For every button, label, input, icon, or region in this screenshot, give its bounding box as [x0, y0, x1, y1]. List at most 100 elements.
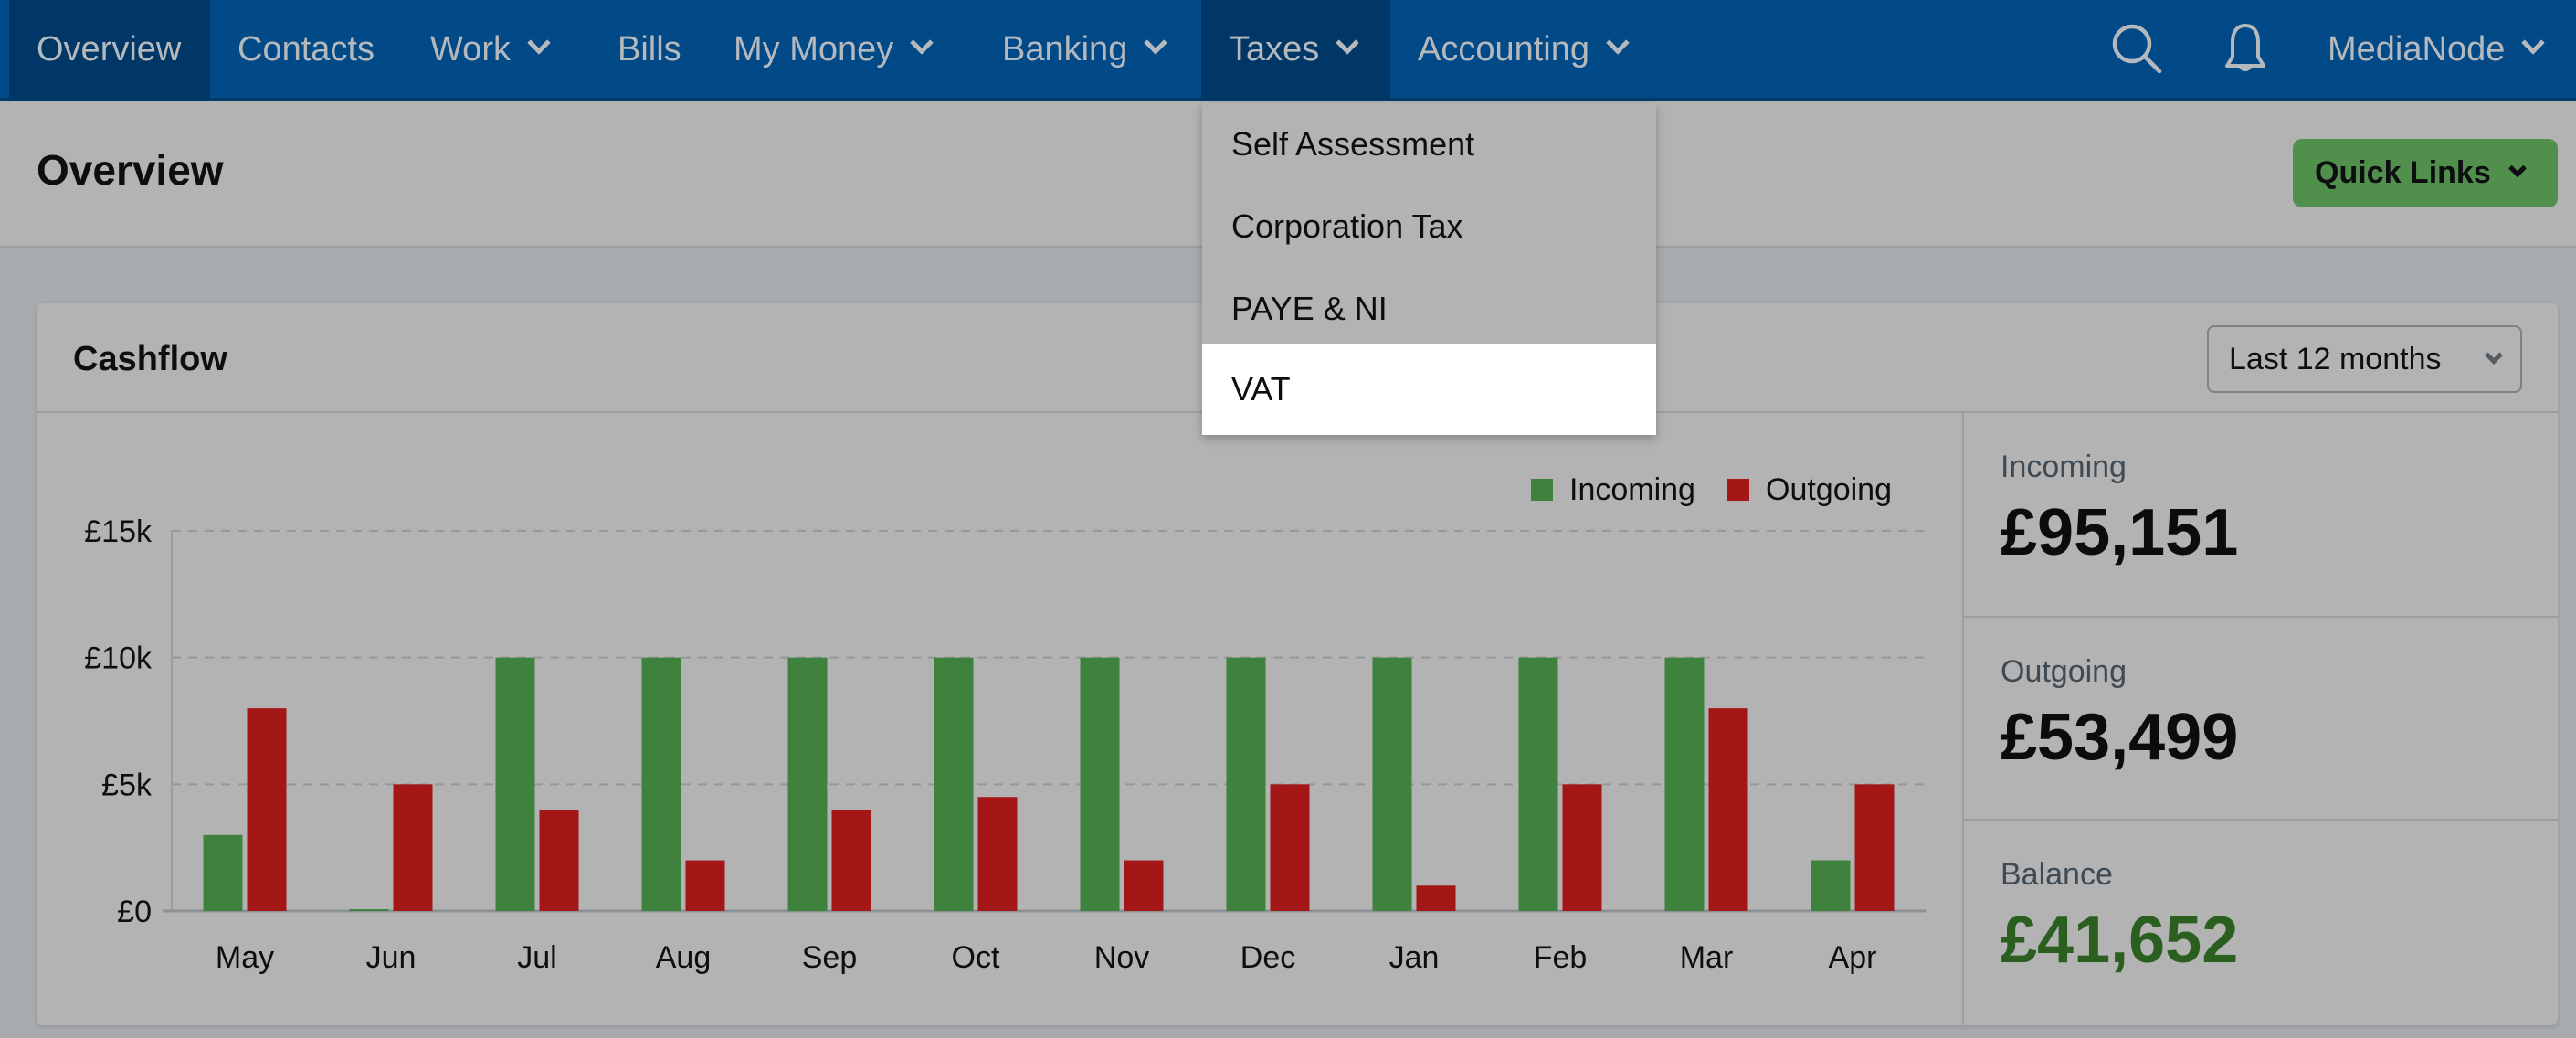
nav-banking[interactable]: Banking — [1002, 0, 1168, 99]
x-tick-label: Mar — [1680, 940, 1734, 975]
x-tick-label: Sep — [802, 940, 858, 975]
quick-links-label: Quick Links — [2315, 155, 2491, 190]
stat-value: £53,499 — [2001, 701, 2239, 774]
nav-contacts[interactable]: Contacts — [238, 0, 375, 99]
stat-label: Incoming — [2001, 450, 2127, 484]
legend-swatch-outgoing — [1727, 479, 1749, 501]
x-tick-label: Apr — [1829, 940, 1877, 975]
range-select[interactable]: Last 12 months — [2207, 325, 2522, 393]
nav-label: Bills — [618, 29, 681, 69]
bar-outgoing — [393, 784, 433, 911]
stat-label: Outgoing — [2001, 654, 2127, 689]
nav-accounting[interactable]: Accounting — [1418, 0, 1630, 99]
y-tick-label: £10k — [84, 641, 153, 676]
nav-label: Taxes — [1229, 29, 1320, 69]
menu-item-vat[interactable]: VAT — [1202, 344, 1656, 435]
bar-outgoing — [1416, 885, 1456, 911]
bar-outgoing — [1270, 784, 1310, 911]
chevron-down-icon — [2521, 31, 2546, 55]
range-select-value: Last 12 months — [2229, 341, 2442, 376]
chart-svg: £0 £5k £10k £15k May Jun Jul Aug Sep Oct Nov Dec Jan… — [84, 472, 1926, 975]
menu-item-label: PAYE & NI — [1231, 290, 1388, 327]
bar-incoming — [1811, 860, 1851, 911]
nav-taxes[interactable]: Taxes — [1201, 0, 1390, 99]
y-tick-label: £5k — [101, 768, 153, 802]
bar-incoming — [1080, 657, 1120, 911]
bar-incoming — [1226, 657, 1266, 911]
chevron-down-icon — [2507, 158, 2527, 177]
y-tick-label: £0 — [117, 895, 152, 929]
quick-links-button[interactable]: Quick Links — [2293, 139, 2558, 207]
bar-incoming — [203, 834, 243, 911]
menu-item-corporation-tax[interactable]: Corporation Tax — [1202, 185, 1656, 268]
x-tick-label: Jun — [366, 940, 417, 975]
stats-panel: Incoming £95,151 Outgoing £53,499 Balanc… — [1962, 413, 2558, 1025]
chevron-down-icon — [527, 31, 551, 55]
x-tick-label: Jul — [517, 940, 556, 975]
bar-incoming — [1518, 657, 1558, 911]
cashflow-chart: £0 £5k £10k £15k May Jun Jul Aug Sep Oct Nov Dec Jan… — [37, 413, 1962, 1025]
stat-label: Balance — [2001, 857, 2113, 892]
legend-swatch-incoming — [1531, 479, 1553, 501]
chevron-down-icon — [1606, 31, 1630, 55]
menu-item-label: Self Assessment — [1231, 125, 1475, 163]
nav-label: Banking — [1002, 29, 1128, 69]
bar-outgoing — [1708, 708, 1748, 911]
x-tick-label: May — [216, 940, 274, 975]
nav-label: My Money — [734, 29, 894, 69]
menu-item-label: VAT — [1231, 370, 1291, 408]
nav-label: Contacts — [238, 29, 375, 69]
stat-outgoing: Outgoing £53,499 — [1964, 616, 2558, 819]
legend-label: Incoming — [1569, 472, 1695, 507]
nav-label: Accounting — [1418, 29, 1590, 69]
nav-work[interactable]: Work — [430, 0, 551, 99]
nav-label: Work — [430, 29, 511, 69]
nav-label: Overview — [37, 29, 182, 69]
stat-value: £95,151 — [2001, 496, 2239, 569]
bar-incoming — [349, 909, 389, 911]
x-tick-label: Aug — [656, 940, 712, 975]
chevron-down-icon — [2485, 346, 2503, 365]
bar-incoming — [1372, 657, 1412, 911]
taxes-dropdown-menu: Self Assessment Corporation Tax PAYE & N… — [1202, 103, 1656, 435]
account-menu[interactable]: MediaNode — [2328, 0, 2546, 99]
bar-incoming — [641, 657, 681, 911]
chevron-down-icon — [1336, 31, 1360, 55]
x-tick-label: Nov — [1094, 940, 1149, 975]
bar-outgoing — [977, 797, 1018, 911]
chevron-down-icon — [910, 31, 934, 55]
card-title: Cashflow — [73, 340, 227, 378]
menu-item-label: Corporation Tax — [1231, 207, 1463, 245]
y-tick-label: £15k — [84, 514, 153, 549]
page-title: Overview — [37, 146, 224, 194]
stat-incoming: Incoming £95,151 — [1964, 413, 2558, 616]
bar-outgoing — [831, 810, 871, 911]
x-tick-label: Jan — [1389, 940, 1440, 975]
bar-incoming — [934, 657, 974, 911]
bar-incoming — [787, 657, 828, 911]
nav-bills[interactable]: Bills — [618, 0, 681, 99]
x-tick-label: Dec — [1240, 940, 1295, 975]
legend-label: Outgoing — [1766, 472, 1892, 507]
menu-item-paye-ni[interactable]: PAYE & NI — [1202, 268, 1656, 350]
stat-balance: Balance £41,652 — [1964, 819, 2558, 1022]
bar-outgoing — [685, 860, 725, 911]
nav-my-money[interactable]: My Money — [734, 0, 934, 99]
top-nav: Overview Contacts Work Bills My Money Ba… — [0, 0, 2576, 101]
account-name: MediaNode — [2328, 29, 2506, 69]
bar-incoming — [495, 657, 535, 911]
search-icon[interactable] — [2108, 20, 2167, 79]
bar-incoming — [1664, 657, 1705, 911]
bell-icon[interactable] — [2216, 20, 2275, 79]
menu-item-self-assessment[interactable]: Self Assessment — [1202, 103, 1656, 185]
x-tick-label: Oct — [952, 940, 1000, 975]
x-tick-label: Feb — [1534, 940, 1588, 975]
nav-overview[interactable]: Overview — [9, 0, 210, 99]
bar-outgoing — [539, 810, 579, 911]
bar-outgoing — [1562, 784, 1602, 911]
chevron-down-icon — [1144, 31, 1168, 55]
bar-outgoing — [247, 708, 287, 911]
bar-outgoing — [1124, 860, 1164, 911]
stat-value: £41,652 — [2001, 904, 2239, 977]
bar-outgoing — [1854, 784, 1895, 911]
